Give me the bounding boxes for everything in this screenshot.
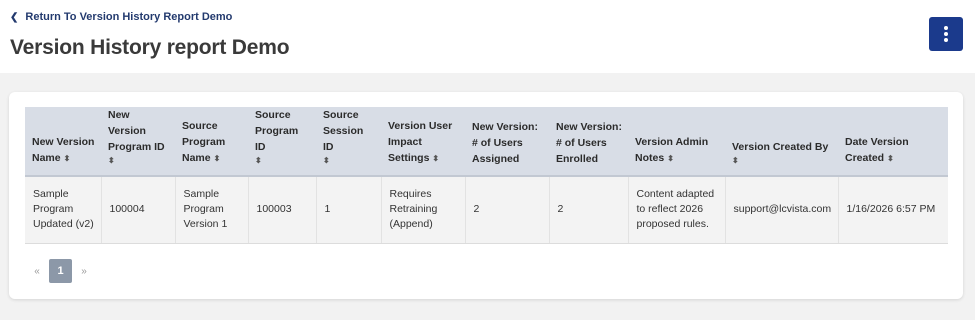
cell-date-version-created: 1/16/2026 6:57 PM <box>838 176 948 244</box>
sort-icon: ⬍ <box>255 156 262 165</box>
back-link-label: Return To Version History Report Demo <box>25 11 233 23</box>
back-link[interactable]: ❮ Return To Version History Report Demo <box>10 11 232 23</box>
kebab-dot-icon <box>944 26 948 30</box>
column-header-date-version-created[interactable]: Date Version Created ⬍ <box>838 107 948 177</box>
cell-version-admin-notes: Content adapted to reflect 2026 proposed… <box>628 176 726 244</box>
more-actions-button[interactable] <box>929 17 963 51</box>
column-header-new-version-program-id[interactable]: New Version Program ID ⬍ <box>101 107 175 177</box>
sort-icon: ⬍ <box>108 156 115 165</box>
cell-users-enrolled: 2 <box>549 176 629 244</box>
page-header: ❮ Return To Version History Report Demo … <box>0 0 975 73</box>
cell-new-version-name: Sample Program Updated (v2) <box>25 176 102 244</box>
cell-source-session-id: 1 <box>316 176 382 244</box>
column-header-users-enrolled: New Version: # of Users Enrolled <box>549 107 628 177</box>
cell-users-assigned: 2 <box>465 176 550 244</box>
cell-version-user-impact-settings: Requires Retraining (Append) <box>381 176 466 244</box>
column-header-users-assigned: New Version: # of Users Assigned <box>465 107 549 177</box>
report-card: New Version Name ⬍ New Version Program ID… <box>9 92 963 299</box>
page-title: Version History report Demo <box>10 36 290 59</box>
table-header-row: New Version Name ⬍ New Version Program ID… <box>25 107 948 177</box>
sort-icon: ⬍ <box>323 156 330 165</box>
sort-icon: ⬍ <box>732 156 739 165</box>
column-header-version-created-by[interactable]: Version Created By ⬍ <box>725 107 838 177</box>
sort-icon: ⬍ <box>432 154 440 163</box>
column-header-version-user-impact-settings[interactable]: Version User Impact Settings ⬍ <box>381 107 465 177</box>
pagination-page-current[interactable]: 1 <box>49 259 72 283</box>
chevron-left-icon: ❮ <box>10 11 19 23</box>
version-history-table: New Version Name ⬍ New Version Program ID… <box>25 107 948 244</box>
column-header-source-session-id[interactable]: Source Session ID ⬍ <box>316 107 381 177</box>
pagination-next-button[interactable]: » <box>76 266 92 277</box>
pagination: « 1 » <box>29 259 92 283</box>
cell-source-program-name: Sample Program Version 1 <box>175 176 249 244</box>
column-header-source-program-name[interactable]: Source Program Name ⬍ <box>175 107 248 177</box>
pagination-prev-button[interactable]: « <box>29 266 45 277</box>
sort-icon: ⬍ <box>667 154 674 163</box>
sort-icon: ⬍ <box>887 154 894 163</box>
sort-icon: ⬍ <box>213 154 221 163</box>
column-header-source-program-id[interactable]: Source Program ID ⬍ <box>248 107 316 177</box>
kebab-dot-icon <box>944 32 948 36</box>
sort-icon: ⬍ <box>63 154 71 163</box>
cell-source-program-id: 100003 <box>248 176 317 244</box>
kebab-dot-icon <box>944 38 948 42</box>
column-header-new-version-name[interactable]: New Version Name ⬍ <box>25 107 101 177</box>
cell-version-created-by: support@lcvista.com <box>725 176 839 244</box>
cell-new-version-program-id: 100004 <box>101 176 176 244</box>
table-row: Sample Program Updated (v2) 100004 Sampl… <box>25 176 948 244</box>
column-header-version-admin-notes[interactable]: Version Admin Notes ⬍ <box>628 107 725 177</box>
